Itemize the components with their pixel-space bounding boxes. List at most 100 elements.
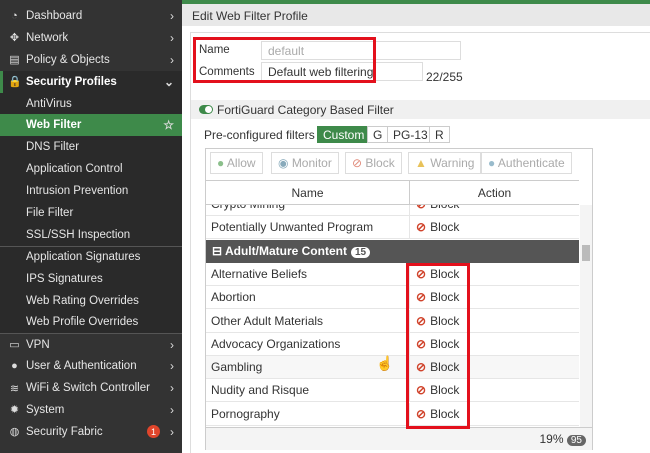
sidebar-item-label: User & Authentication [26, 360, 137, 373]
monitor-button[interactable]: ◉ Monitor [271, 152, 339, 174]
sidebar-item-antivirus[interactable]: AntiVirus [0, 92, 182, 115]
char-count: 22/255 [426, 70, 463, 84]
table-body: Crypto Mining ⊘BlockPotentially Unwanted … [206, 205, 579, 427]
filter-g[interactable]: G [367, 126, 389, 143]
table-row[interactable]: Crypto Mining ⊘Block [206, 205, 579, 216]
main-panel: Name default Comments Default web filter… [190, 32, 650, 453]
fortiguard-toggle[interactable] [199, 105, 213, 114]
sidebar-item-label: Security Profiles [26, 75, 117, 88]
action-cell[interactable]: ⊘Block [409, 216, 465, 240]
sidebar-item-web-profile-overrides[interactable]: Web Profile Overrides [0, 311, 182, 334]
notification-badge: 1 [147, 425, 160, 439]
sidebar-item-intrusion-prevention[interactable]: Intrusion Prevention [0, 180, 182, 203]
user-icon: ● [11, 360, 18, 373]
sidebar-item-file-filter[interactable]: File Filter [0, 202, 182, 224]
sidebar-item-label: Network [26, 31, 69, 44]
allow-button[interactable]: ● Allow [210, 152, 263, 174]
sidebar-item-dns-filter[interactable]: DNS Filter [0, 136, 182, 159]
sidebar-item-label: SSL/SSH Inspection [26, 228, 131, 241]
sidebar-item-application-control[interactable]: Application Control [0, 158, 182, 181]
policy-icon: ▤ [9, 54, 20, 67]
category-name: Pornography [211, 406, 280, 421]
wifi-icon: ≋ [9, 382, 20, 395]
sidebar-item-network[interactable]: ✥ Network › [0, 27, 182, 49]
warning-icon: ▲ [415, 156, 431, 170]
filter-pg13[interactable]: PG-13 [387, 126, 434, 143]
sidebar-item-web-filter[interactable]: Web Filter ☆ [0, 114, 182, 137]
block-icon: ⊘ [352, 156, 366, 170]
sidebar-item-policy-objects[interactable]: ▤ Policy & Objects › [0, 49, 182, 71]
category-name: Crypto Mining [211, 205, 285, 211]
category-table: ● Allow ◉ Monitor ⊘ Block ▲ Warning ● Au… [205, 148, 593, 450]
sidebar-item-label: AntiVirus [26, 97, 72, 110]
user-icon: ● [488, 156, 498, 170]
table-row[interactable]: Abortion ⊘ Block [206, 286, 579, 310]
category-name: Nudity and Risque [211, 383, 310, 398]
network-icon: ✥ [9, 32, 20, 45]
chevron-right-icon: › [170, 8, 174, 23]
star-icon[interactable]: ☆ [163, 118, 174, 132]
sidebar-item-label: IPS Signatures [26, 272, 103, 285]
chevron-right-icon: › [170, 337, 174, 352]
table-row[interactable]: Alternative Beliefs ⊘ Block [206, 262, 579, 286]
sidebar-item-application-signatures[interactable]: Application Signatures [0, 245, 182, 268]
group-row-adult-mature[interactable]: ⊟ Adult/Mature Content 15 [206, 239, 579, 263]
category-name: Alternative Beliefs [211, 266, 308, 281]
footer-percent: 19% [539, 432, 564, 446]
chevron-right-icon: › [170, 381, 174, 396]
sidebar-item-label: Web Rating Overrides [26, 294, 139, 307]
sidebar-item-label: Application Control [26, 163, 123, 176]
table-footer: 19% 95 [206, 427, 592, 450]
sidebar-item-label: Web Profile Overrides [26, 316, 139, 329]
table-row[interactable]: Other Adult Materials ⊘ Block [206, 309, 579, 333]
chevron-right-icon: › [170, 30, 174, 45]
filter-custom[interactable]: Custom [317, 126, 371, 143]
scrollbar[interactable] [580, 205, 592, 429]
table-row[interactable]: Pornography ⊘ Block [206, 402, 579, 426]
sidebar-item-label: File Filter [26, 206, 74, 219]
block-icon: ⊘ [416, 205, 426, 211]
sidebar-item-vpn[interactable]: ▭ VPN › [0, 333, 182, 355]
sidebar-item-label: Intrusion Prevention [26, 185, 129, 198]
gear-icon: ✹ [9, 404, 20, 417]
footer-total: 95 [566, 435, 586, 446]
chevron-right-icon: › [170, 424, 174, 439]
authenticate-button[interactable]: ● Authenticate [481, 152, 572, 174]
category-name: Abortion [211, 290, 256, 305]
sidebar-item-ssl-ssh-inspection[interactable]: SSL/SSH Inspection [0, 223, 182, 246]
sidebar-item-web-rating-overrides[interactable]: Web Rating Overrides [0, 289, 182, 312]
dashboard-icon: ◔ [11, 9, 18, 22]
sidebar-item-user-authentication[interactable]: ● User & Authentication › [0, 355, 182, 377]
warning-button[interactable]: ▲ Warning [408, 152, 482, 174]
block-icon: ⊘ [416, 220, 427, 235]
sidebar-item-security-fabric[interactable]: ◍ Security Fabric 1 › [0, 421, 182, 443]
section-title: FortiGuard Category Based Filter [217, 103, 394, 117]
fortiguard-section-header: FortiGuard Category Based Filter [191, 100, 650, 119]
sidebar-item-label: WiFi & Switch Controller [26, 382, 150, 395]
column-header-action[interactable]: Action [409, 180, 579, 205]
chevron-right-icon: › [170, 402, 174, 417]
chevron-right-icon: › [170, 52, 174, 67]
sidebar-item-wifi-switch-controller[interactable]: ≋ WiFi & Switch Controller › [0, 377, 182, 399]
sidebar: ◔ Dashboard › ✥ Network › ▤ Policy & Objects › 🔒 S… [0, 0, 182, 453]
page-title: Edit Web Filter Profile [182, 4, 650, 26]
sidebar-item-ips-signatures[interactable]: IPS Signatures [0, 267, 182, 290]
sidebar-item-security-profiles[interactable]: 🔒 Security Profiles ⌄ [0, 70, 182, 93]
category-name: Other Adult Materials [211, 313, 324, 328]
block-button[interactable]: ⊘ Block [345, 152, 402, 174]
sidebar-item-system[interactable]: ✹ System › [0, 399, 182, 421]
collapse-icon[interactable]: ⊟ [212, 244, 225, 258]
table-row[interactable]: Nudity and Risque ⊘ Block [206, 379, 579, 403]
action-cell[interactable]: ⊘Block [409, 205, 465, 216]
action-highlight-box [406, 263, 470, 429]
sidebar-item-dashboard[interactable]: ◔ Dashboard › [0, 5, 182, 27]
category-name: Advocacy Organizations [211, 336, 341, 351]
table-row[interactable]: Advocacy Organizations ⊘ Block [206, 332, 579, 356]
chevron-right-icon: › [170, 359, 174, 374]
sidebar-item-label: VPN [26, 338, 50, 351]
sidebar-item-label: Web Filter [26, 119, 82, 132]
group-count: 15 [350, 246, 371, 258]
column-header-name[interactable]: Name [206, 180, 409, 205]
table-row[interactable]: Potentially Unwanted Program ⊘ Block [206, 216, 579, 240]
filter-r[interactable]: R [429, 126, 450, 143]
